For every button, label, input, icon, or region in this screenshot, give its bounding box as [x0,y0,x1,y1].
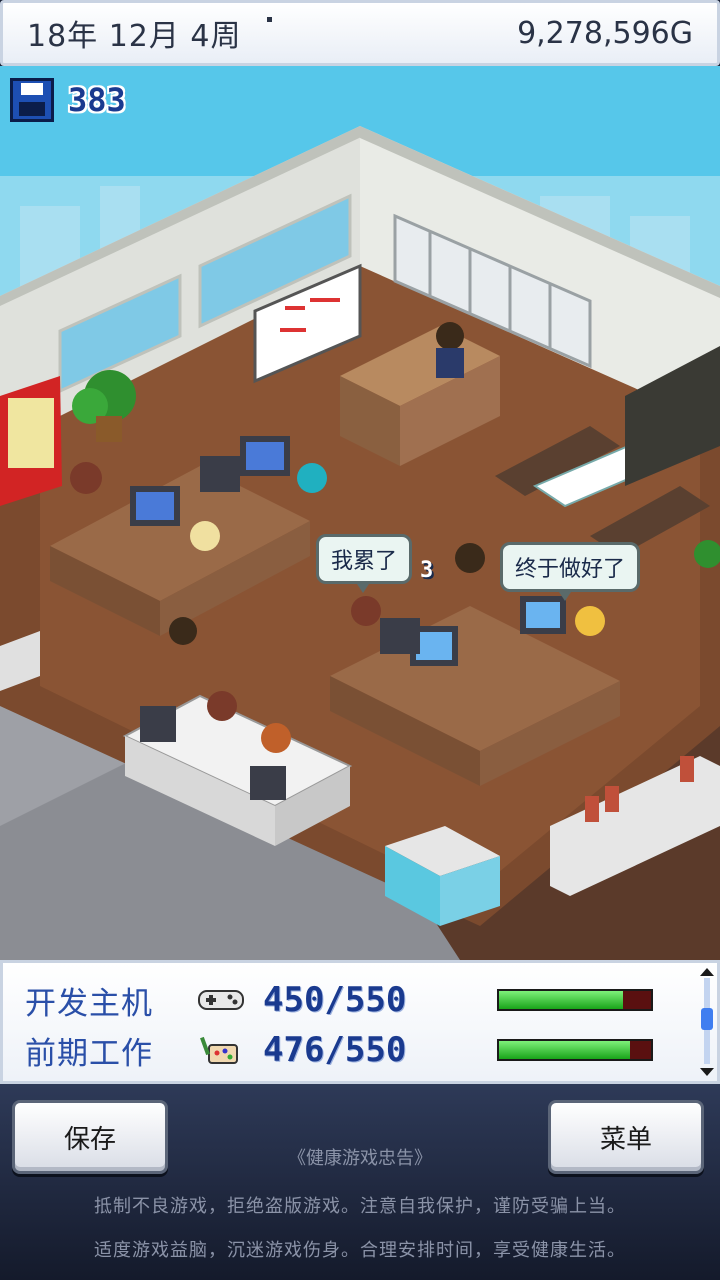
palette-brush-icon [200,1036,238,1064]
money-display: 9,278,596G [517,15,693,51]
progress-label: 开发主机 [25,985,153,1022]
progress-bar [497,989,653,1011]
speech-bubble-finished: 终于做好了 [500,542,641,601]
scroll-down-arrow-icon[interactable] [700,1068,714,1076]
panel-scrollbar[interactable] [698,968,716,1076]
floppy-disk-icon [10,78,54,122]
speech-bubble-number: 3 [420,558,434,583]
bottom-bar: 保存 菜单 《健康游戏忠告》 抵制不良游戏，拒绝盗版游戏。注意自我保护，谨防受骗… [0,1084,720,1280]
save-counter: 383 [10,78,126,122]
office-scene[interactable]: 383 我累了 3 终于做好了 [0,66,720,960]
health-notice-line: 抵制不良游戏，拒绝盗版游戏。注意自我保护，谨防受骗上当。 [94,1196,626,1217]
gamepad-icon [198,990,244,1010]
progress-row-console: 开发主机 450/550 [25,975,653,1025]
progress-value: 450/550 [263,980,407,1020]
progress-label: 前期工作 [25,1035,153,1072]
progress-bar [497,1039,653,1061]
speech-bubble-tired: 我累了 [316,534,413,593]
health-notice-title: 《健康游戏忠告》 [288,1148,432,1169]
progress-bar-fill [499,1041,631,1059]
save-count: 383 [68,81,126,119]
progress-bar-fill [499,991,624,1009]
status-dot [267,17,272,22]
scroll-up-arrow-icon[interactable] [700,968,714,976]
progress-row-preparation: 前期工作 476/550 [25,1025,653,1075]
progress-value: 476/550 [263,1030,407,1070]
office-illustration [0,66,720,960]
health-notice-line: 适度游戏益脑，沉迷游戏伤身。合理安排时间，享受健康生活。 [94,1240,626,1261]
development-progress-panel: 开发主机 450/550 前期工作 476/550 [0,960,720,1084]
scroll-thumb[interactable] [701,1008,713,1030]
game-date: 18年 12月 4周 [27,19,242,54]
status-bar: 18年 12月 4周 9,278,596G [0,0,720,66]
